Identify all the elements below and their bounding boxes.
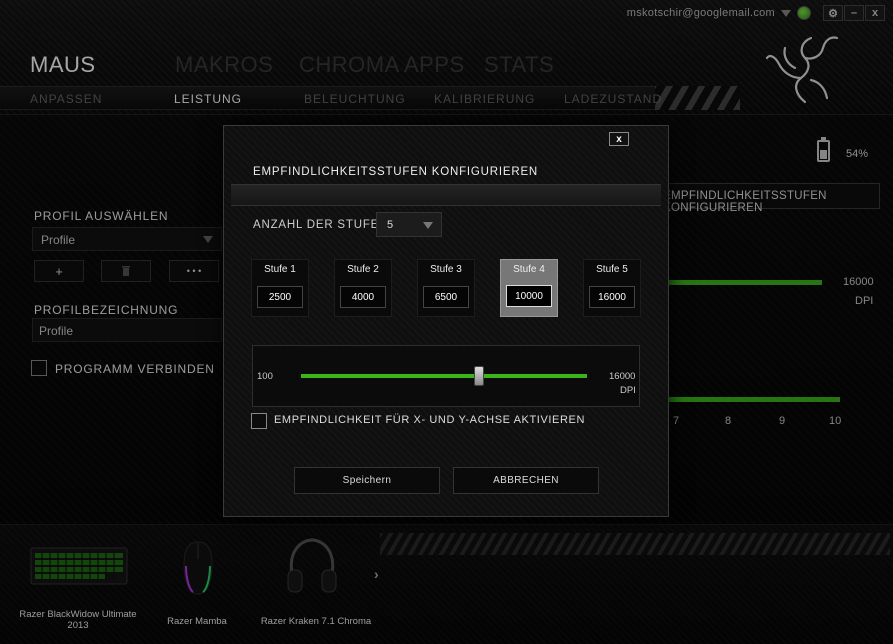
stages-count-dropdown[interactable]: 5 <box>376 212 442 237</box>
stage-5[interactable]: Stufe 5 16000 <box>583 259 641 317</box>
axis-sensitivity-checkbox[interactable] <box>251 413 267 429</box>
stage-label: Stufe 4 <box>513 264 545 275</box>
stage-label: Stufe 5 <box>596 264 628 275</box>
stage-4-selected[interactable]: Stufe 4 10000 <box>500 259 558 317</box>
stages-count-value: 5 <box>387 219 394 231</box>
dialog-title: EMPFINDLICHKEITSSTUFEN KONFIGURIEREN <box>253 166 539 178</box>
stages-count-label: ANZAHL DER STUFEN <box>253 219 389 231</box>
stage-3[interactable]: Stufe 3 6500 <box>417 259 475 317</box>
save-button[interactable]: Speichern <box>294 467 440 494</box>
stage-1[interactable]: Stufe 1 2500 <box>251 259 309 317</box>
slider-unit-label: DPI <box>620 385 636 396</box>
stage-label: Stufe 3 <box>430 264 462 275</box>
stage-dpi-input[interactable]: 2500 <box>257 286 303 308</box>
dpi-slider-track[interactable] <box>301 374 587 378</box>
stage-dpi-input[interactable]: 16000 <box>589 286 635 308</box>
synapse-window: mskotschir@googlemail.com ⚙ – x MAUS MAK… <box>0 0 893 644</box>
cancel-button[interactable]: ABBRECHEN <box>453 467 599 494</box>
slider-min-label: 100 <box>257 371 273 382</box>
stage-2[interactable]: Stufe 2 4000 <box>334 259 392 317</box>
dialog-title-band <box>231 184 661 206</box>
dpi-slider-handle[interactable] <box>474 366 484 386</box>
stage-dpi-input[interactable]: 6500 <box>423 286 469 308</box>
slider-max-label: 16000 <box>609 371 636 382</box>
stage-dpi-input[interactable]: 4000 <box>340 286 386 308</box>
stage-label: Stufe 2 <box>347 264 379 275</box>
close-icon[interactable]: x <box>609 132 629 146</box>
stage-label: Stufe 1 <box>264 264 296 275</box>
axis-sensitivity-label: EMPFINDLICHKEIT FÜR X- UND Y-ACHSE AKTIV… <box>274 414 586 426</box>
stage-dpi-input[interactable]: 10000 <box>506 285 552 307</box>
chevron-down-icon <box>423 222 433 229</box>
